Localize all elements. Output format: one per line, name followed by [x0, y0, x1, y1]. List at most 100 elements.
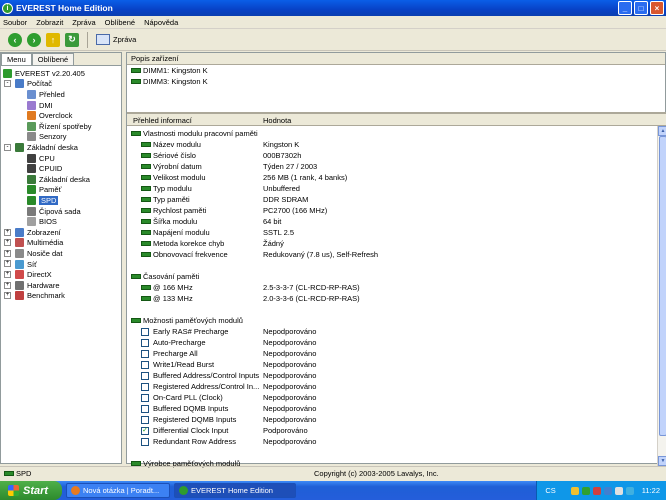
menu-napoveda[interactable]: Nápověda [144, 18, 178, 27]
close-button[interactable]: × [650, 1, 664, 15]
tree-item[interactable]: Hardware [15, 280, 60, 291]
tray-icon[interactable] [592, 486, 601, 495]
tree-item[interactable]: EVEREST v2.20.405 [3, 68, 85, 79]
menu-zprava[interactable]: Zpráva [72, 18, 95, 27]
tree-item[interactable]: Multimédia [15, 238, 63, 249]
tree-item[interactable]: Senzory [27, 132, 67, 143]
detail-row[interactable]: Redundant Row Address [141, 436, 236, 447]
tray-icon[interactable] [603, 486, 612, 495]
detail-row[interactable]: Registered DQMB Inputs [141, 414, 236, 425]
detail-row[interactable]: Metoda korekce chyb [141, 238, 224, 249]
detail-row[interactable]: Výrobní datum [141, 161, 202, 172]
tree-expander-icon[interactable]: + [4, 239, 11, 247]
detail-row[interactable]: Rychlost paměti [141, 205, 206, 216]
tree-item[interactable]: CPUID [27, 163, 62, 174]
refresh-button[interactable]: ↻ [65, 32, 79, 47]
detail-row[interactable]: Buffered Address/Control Inputs [141, 370, 259, 381]
maximize-button[interactable]: □ [634, 1, 648, 15]
device-list-header[interactable]: Popis zařízení [127, 53, 665, 65]
device-item-dimm1[interactable]: DIMM1: Kingston K [127, 65, 665, 76]
tree-item[interactable]: Základní deska [27, 174, 90, 185]
details-list: Přehled informací Hodnota Vlastnosti mod… [127, 112, 666, 468]
tree-expander-icon[interactable]: + [4, 292, 11, 300]
tree-item[interactable]: Základní deska [15, 142, 78, 153]
tree-item[interactable]: CPU [27, 153, 55, 164]
detail-row[interactable]: Registered Address/Control In... [141, 381, 259, 392]
tray-icon[interactable] [570, 486, 579, 495]
tree-item[interactable]: Počítač [15, 79, 52, 90]
detail-field: Write1/Read Burst [153, 360, 215, 369]
tree-item[interactable]: Zobrazení [15, 227, 61, 238]
tree-item[interactable]: Čipová sada [27, 206, 81, 217]
tree-expander-icon[interactable]: + [4, 228, 11, 236]
detail-row[interactable]: @ 133 MHz [141, 293, 193, 304]
toolbar: ‹ › ↑ ↻ Zpráva [0, 29, 666, 51]
tree-expander-icon[interactable]: - [4, 80, 11, 88]
tray-icon[interactable] [625, 486, 634, 495]
detail-row[interactable]: Buffered DQMB Inputs [141, 403, 228, 414]
detail-value: 2.5-3-3-7 (CL-RCD-RP-RAS) [263, 283, 360, 292]
start-button[interactable]: Start [0, 481, 62, 500]
checkbox-icon [141, 327, 149, 336]
back-button[interactable]: ‹ [8, 32, 22, 47]
tray-icon[interactable] [581, 486, 590, 495]
detail-row[interactable]: Early RAS# Precharge [141, 326, 228, 337]
detail-row[interactable]: Velikost modulu [141, 172, 206, 183]
tree-item[interactable]: Řízení spotřeby [27, 121, 92, 132]
device-item-dimm3[interactable]: DIMM3: Kingston K [127, 76, 665, 87]
memory-module-icon [131, 274, 141, 279]
task-browser[interactable]: Nová otázka | Poradt... [66, 483, 170, 498]
detail-row[interactable]: Write1/Read Burst [141, 359, 214, 370]
tree-item[interactable]: Nosiče dat [15, 248, 62, 259]
report-button[interactable]: Zpráva [96, 34, 136, 45]
detail-row[interactable]: Obnovovací frekvence [141, 249, 228, 260]
tree-item[interactable]: Paměť [27, 185, 61, 196]
tree-item-label: Paměť [39, 185, 62, 195]
forward-button[interactable]: › [27, 32, 41, 47]
tab-menu[interactable]: Menu [1, 53, 32, 65]
detail-row[interactable]: On-Card PLL (Clock) [141, 392, 223, 403]
detail-row[interactable]: Název modulu [141, 139, 201, 150]
column-value[interactable]: Hodnota [263, 116, 291, 125]
tree-item[interactable]: Overclock [27, 110, 72, 121]
detail-field: Early RAS# Precharge [153, 327, 229, 336]
language-indicator[interactable]: CS [545, 486, 555, 495]
tab-favorites[interactable]: Oblíbené [31, 53, 75, 65]
detail-row[interactable]: Auto-Precharge [141, 337, 206, 348]
tree-expander-icon[interactable]: + [4, 260, 11, 268]
tree-item[interactable]: BIOS [27, 216, 57, 227]
menu-oblibene[interactable]: Oblíbené [105, 18, 135, 27]
hardware-icon [15, 280, 24, 290]
tree-item[interactable]: DirectX [15, 269, 52, 280]
menu-soubor[interactable]: Soubor [3, 18, 27, 27]
scroll-up-icon[interactable]: ▲ [658, 126, 666, 136]
tree-expander-icon[interactable]: + [4, 270, 11, 278]
tree-item-label: EVEREST v2.20.405 [15, 68, 85, 78]
vertical-scrollbar[interactable]: ▲ ▼ [657, 126, 666, 466]
detail-row[interactable]: @ 166 MHz [141, 282, 193, 293]
detail-row[interactable]: Precharge All [141, 348, 198, 359]
tree-item[interactable]: Síť [15, 259, 37, 270]
detail-row[interactable]: Typ paměti [141, 194, 190, 205]
tree-expander-icon[interactable]: - [4, 143, 11, 151]
dmi-icon [27, 100, 36, 110]
detail-row[interactable]: Typ modulu [141, 183, 192, 194]
task-everest[interactable]: EVEREST Home Edition [174, 483, 296, 498]
tree-expander-icon[interactable]: + [4, 249, 11, 257]
tray-icon[interactable] [614, 486, 623, 495]
tree-item[interactable]: Benchmark [15, 291, 65, 302]
tree-item[interactable]: DMI [27, 100, 53, 111]
detail-row[interactable]: ✓ Differential Clock Input [141, 425, 228, 436]
scroll-thumb[interactable] [659, 136, 666, 436]
detail-row[interactable]: Napájení modulu [141, 227, 210, 238]
detail-row[interactable]: Sériové číslo [141, 150, 196, 161]
tree-expander-icon[interactable]: + [4, 281, 11, 289]
menu-zobrazit[interactable]: Zobrazit [36, 18, 63, 27]
minimize-button[interactable]: _ [618, 1, 632, 15]
detail-row[interactable]: Šířka modulu [141, 216, 197, 227]
column-field[interactable]: Přehled informací [133, 116, 192, 125]
scroll-down-icon[interactable]: ▼ [658, 456, 666, 466]
tree-item[interactable]: SPD [27, 195, 59, 206]
tree-item[interactable]: Přehled [27, 89, 65, 100]
up-button[interactable]: ↑ [46, 32, 60, 47]
